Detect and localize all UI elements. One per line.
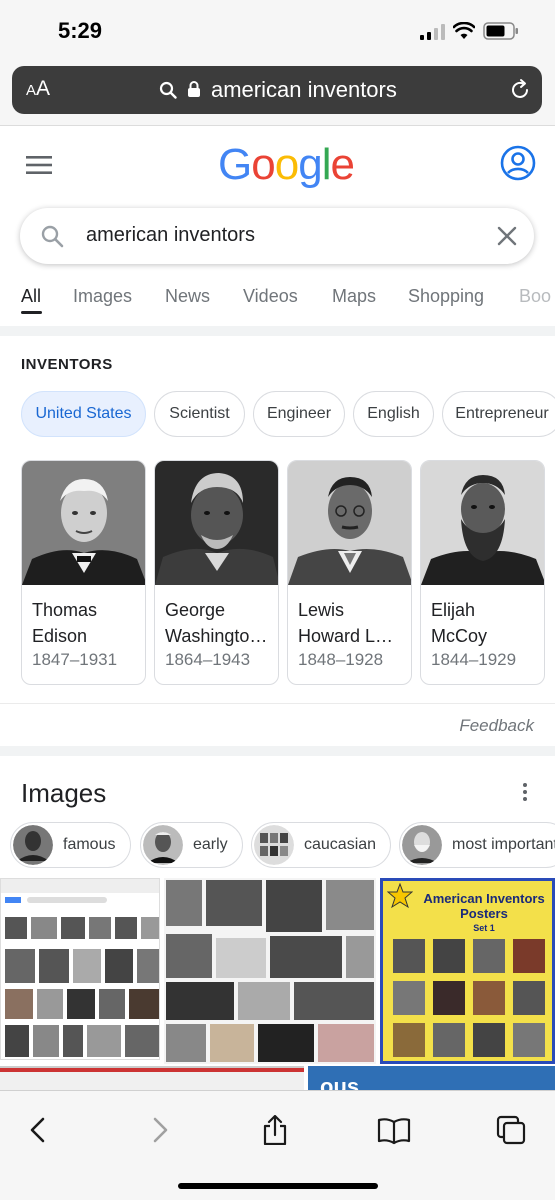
tab-images[interactable]: Images: [73, 286, 132, 307]
image-chip-famous[interactable]: famous: [10, 822, 131, 868]
filter-chip-entrepreneur[interactable]: Entrepreneur: [442, 391, 555, 437]
forward-icon[interactable]: [144, 1115, 174, 1145]
chip-label: most important: [452, 836, 555, 853]
image-chip-early[interactable]: early: [140, 822, 243, 868]
portrait-image: [155, 461, 278, 585]
wifi-icon: [453, 22, 475, 39]
chip-label: famous: [63, 836, 116, 853]
portrait-image: [22, 461, 145, 585]
url-text[interactable]: american inventors: [211, 77, 397, 103]
image-thumbnail: [164, 878, 376, 1064]
clear-icon[interactable]: [496, 225, 518, 247]
image-result-partial[interactable]: [0, 1066, 304, 1092]
tab-shopping[interactable]: Shopping: [408, 286, 484, 307]
filter-chip-engineer[interactable]: Engineer: [253, 391, 345, 437]
logo-letter: g: [298, 140, 323, 189]
filter-chip-english[interactable]: English: [353, 391, 434, 437]
person-name: Lewis Howard L…: [298, 600, 394, 646]
tab-all[interactable]: All: [21, 286, 41, 307]
portrait-image: [288, 461, 411, 585]
chip-thumbnail-image: [254, 825, 294, 865]
person-card-george-washington-carver[interactable]: George Washingto… 1864–1943: [154, 460, 279, 685]
person-years: 1848–1928: [298, 650, 384, 669]
reload-icon[interactable]: [508, 78, 532, 102]
home-indicator: [178, 1183, 378, 1189]
more-options-icon[interactable]: [521, 782, 529, 802]
filter-chip-scientist[interactable]: Scientist: [154, 391, 245, 437]
tab-maps[interactable]: Maps: [332, 286, 376, 307]
chip-thumbnail-image: [402, 825, 442, 865]
poster-grid: [393, 939, 545, 1057]
poster-subtitle: Set 1: [473, 923, 495, 933]
image-thumbnail: [1, 879, 159, 1057]
filter-chip-united-states[interactable]: United States: [21, 391, 146, 437]
image-result-partial-blue[interactable]: ous: [308, 1066, 555, 1092]
logo-letter: o: [274, 140, 300, 189]
hamburger-menu-icon[interactable]: [26, 155, 52, 175]
image-result-collage[interactable]: [164, 878, 376, 1064]
divider: [0, 703, 555, 704]
status-time: 5:29: [58, 18, 103, 43]
status-bar: 5:29: [0, 0, 555, 62]
battery-icon: [483, 22, 518, 40]
person-name: George Washingto…: [165, 600, 268, 646]
chip-thumbnail-image: [143, 825, 183, 865]
account-icon[interactable]: [500, 145, 536, 181]
lock-icon: [188, 81, 200, 97]
images-heading: Images: [21, 778, 107, 808]
search-tabs: All Images News Videos Maps Shopping Boo: [0, 286, 555, 326]
reader-text-size-button[interactable]: AA: [26, 77, 50, 101]
image-result-posters[interactable]: American Inventors Posters Set 1: [380, 878, 555, 1064]
search-input[interactable]: american inventors: [86, 224, 255, 247]
image-chip-most-important[interactable]: most important: [399, 822, 555, 868]
image-chip-caucasian[interactable]: caucasian: [251, 822, 391, 868]
person-years: 1844–1929: [431, 650, 517, 669]
logo-letter: e: [330, 140, 355, 189]
logo-letter: G: [218, 140, 252, 189]
search-icon: [159, 81, 177, 99]
cellular-signal-icon: [420, 24, 445, 40]
image-result-google-screenshot[interactable]: [0, 878, 160, 1060]
poster-title: American Inventors Posters: [423, 891, 545, 921]
person-years: 1847–1931: [32, 650, 118, 669]
tab-books[interactable]: Boo: [519, 286, 551, 307]
bookmarks-icon[interactable]: [377, 1115, 411, 1145]
person-name: Thomas Edison: [32, 600, 98, 646]
tab-news[interactable]: News: [165, 286, 210, 307]
feedback-link[interactable]: Feedback: [459, 716, 534, 736]
search-box[interactable]: american inventors: [20, 208, 534, 264]
inventors-heading: INVENTORS: [21, 356, 113, 373]
section-divider: [0, 746, 555, 756]
image-stripe: [0, 1068, 304, 1072]
search-icon[interactable]: [40, 224, 64, 248]
person-card-lewis-howard-latimer[interactable]: Lewis Howard L… 1848–1928: [287, 460, 412, 685]
person-years: 1864–1943: [165, 650, 251, 669]
chip-label: early: [193, 836, 228, 853]
person-name: Elijah McCoy: [431, 600, 488, 646]
portrait-image: [421, 461, 544, 585]
active-tab-indicator: [21, 311, 42, 314]
share-icon[interactable]: [260, 1115, 290, 1145]
logo-letter: o: [251, 140, 276, 189]
address-bar[interactable]: AA american inventors: [12, 66, 542, 114]
chip-label: caucasian: [304, 836, 377, 853]
tabs-icon[interactable]: [496, 1115, 526, 1145]
google-logo[interactable]: Google: [218, 140, 355, 190]
browser-top-bar: AA american inventors: [0, 62, 555, 126]
person-card-elijah-mccoy[interactable]: Elijah McCoy 1844–1929: [420, 460, 545, 685]
section-divider: [0, 326, 555, 336]
star-icon: [387, 883, 413, 909]
person-card-thomas-edison[interactable]: Thomas Edison 1847–1931: [21, 460, 146, 685]
back-icon[interactable]: [24, 1115, 54, 1145]
chip-thumbnail-image: [13, 825, 53, 865]
tab-videos[interactable]: Videos: [243, 286, 298, 307]
